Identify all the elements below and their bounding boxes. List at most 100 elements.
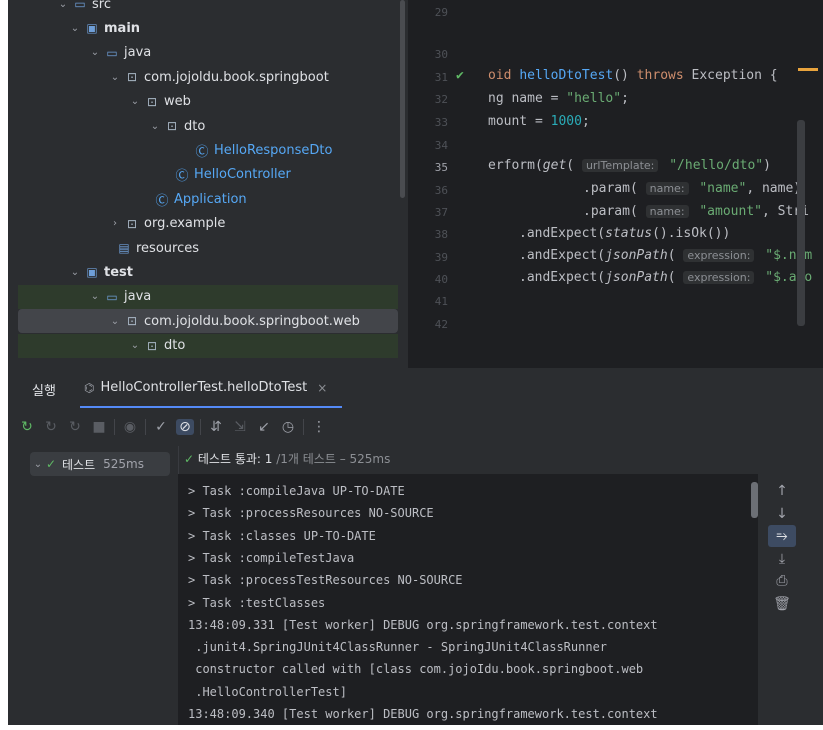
package-icon: ⊡ [146,338,158,353]
tree-item-test[interactable]: ⌄ ▣ test [18,260,398,284]
tree-item-helloresponsedto[interactable]: Ⓒ HelloResponseDto [18,138,398,162]
summary-passed: 테스트 통과: 1 [197,452,273,466]
tree-item-label: com.jojoldu.book.springboot [144,69,329,85]
chevron-down-icon[interactable]: ⌄ [30,459,46,470]
close-icon[interactable]: × [317,381,327,395]
tree-item-java[interactable]: ⌄ ▭ java [18,284,398,309]
tree-item-java[interactable]: ⌄ ▭ java [18,41,398,65]
console-scrollbar[interactable] [751,482,758,518]
toggle-auto-test-icon[interactable]: ↻ [66,419,84,435]
tree-scrollbar[interactable] [400,0,405,198]
scroll-to-end-icon[interactable]: ⤓ [768,548,796,570]
tab-run[interactable]: 실행 [32,380,56,399]
class-icon: Ⓒ [155,193,169,209]
console-line: > Task :testClasses [188,595,326,610]
line-number: 34 [434,139,448,152]
tree-item-org-example[interactable]: › ⊡ org.example [18,212,398,236]
package-icon: ⊡ [166,119,178,133]
package-icon: ⊡ [126,314,138,329]
tree-item-com-jojoldu-book-springboot-web[interactable]: ⌄ ⊡ com.jojoldu.book.springboot.web [18,309,398,334]
collapse-icon[interactable]: ⇲ [231,419,249,435]
run-test-gutter-icon[interactable]: ✔ [456,68,470,83]
test-tree-pane: ⌄ ✓ 테스트 525ms [8,446,179,725]
code-editor[interactable]: ✔ oid helloDtoTest() throws Exception { … [418,0,823,368]
rerun-failed-icon[interactable]: ↻ [42,419,60,435]
chevron-down-icon[interactable]: ⌄ [108,316,122,327]
package-icon: ⊡ [146,94,158,109]
java-folder-icon: ▭ [106,289,118,304]
scroll-up-icon[interactable]: ↑ [768,480,796,502]
editor-scrollbar[interactable] [797,120,805,326]
console-line: > Task :classes UP-TO-DATE [188,528,376,543]
run-toolbar: ↻ ↻ ↻ ■ ◉ ✓ ⊘ ⇵ ⇲ ↙ ◷ ⋮ [18,414,328,440]
warning-marker[interactable] [798,68,818,71]
tree-item-label: dto [184,118,206,134]
checkmark-icon[interactable]: ✓ [152,419,170,435]
tab-test-config[interactable]: ⌬ HelloControllerTest.helloDtoTest × [84,380,327,395]
history-icon[interactable]: ◷ [279,419,297,435]
print-icon[interactable]: ⎙ [768,570,796,592]
project-tree: ⌄ ▭ src ⌄ ▣ main ⌄ ▭ java ⌄ ⊡ com.jojoldu.book.spri… [8,0,408,368]
trash-icon[interactable]: 🗑 [768,593,796,615]
chevron-down-icon[interactable]: ⌄ [68,267,82,278]
console-output[interactable]: > Task :compileJava UP-TO-DATE > Task :pr… [178,474,758,725]
line-number: 37 [434,206,448,219]
tree-item-application[interactable]: Ⓒ Application [18,187,398,211]
console-line: 13:48:09.340 [Test worker] DEBUG org.spr… [188,707,658,721]
soft-wrap-icon[interactable]: ⥱ [768,525,796,547]
chevron-down-icon[interactable]: ⌄ [148,121,162,132]
more-icon[interactable]: ⋮ [310,419,328,435]
chevron-right-icon[interactable]: › [108,218,122,229]
class-icon: Ⓒ [175,169,189,185]
run-tabbar: 실행 ⌬ HelloControllerTest.helloDtoTest × [8,368,823,408]
tree-item-main[interactable]: ⌄ ▣ main [18,16,398,40]
line-number: 36 [434,184,448,197]
test-node-label: 테스트 [62,457,96,472]
tree-item-label: org.example [144,216,226,232]
run-panel: 실행 ⌬ HelloControllerTest.helloDtoTest × … [8,368,823,725]
import-icon[interactable]: ↙ [255,419,273,435]
tree-item-label: Application [174,191,247,207]
tree-item-dto[interactable]: ⌄ ⊡ dto [18,333,398,358]
line-number: 40 [434,273,448,286]
line-number: 30 [434,48,448,61]
tab-test-label: HelloControllerTest.helloDtoTest [100,380,308,395]
tree-item-web[interactable]: ⌄ ⊡ web [18,90,398,114]
chevron-down-icon[interactable]: ⌄ [68,23,82,34]
tree-item-hellocontroller[interactable]: Ⓒ HelloController [18,163,398,187]
toolbar-separator [114,419,115,435]
line-number: 38 [434,228,448,241]
chevron-down-icon[interactable]: ⌄ [108,72,122,83]
show-ignored-icon[interactable]: ⊘ [176,419,194,435]
test-config-icon: ⌬ [84,380,95,395]
chevron-down-icon[interactable]: ⌄ [56,0,70,10]
folder-icon: ▭ [74,0,86,11]
tree-item-label: test [104,264,133,280]
sort-icon[interactable]: ⇵ [207,419,225,435]
test-folder-icon: ▣ [86,265,98,280]
package-icon: ⊡ [126,216,138,231]
stop-icon[interactable]: ■ [90,419,108,435]
line-number: 32 [434,93,448,106]
code-line-32: ng name = "hello"; [488,91,629,106]
console-line: constructor called with [class com.jojoI… [188,662,644,677]
tree-item-dto[interactable]: ⌄ ⊡ dto [18,114,398,138]
toolbar-separator [303,419,304,435]
rerun-icon[interactable]: ↻ [18,419,36,435]
chevron-down-icon[interactable]: ⌄ [128,340,142,351]
tree-item-resources[interactable]: ▤ resources [18,236,398,260]
passed-check-icon: ✓ [184,452,195,466]
chevron-down-icon[interactable]: ⌄ [128,96,142,107]
code-line-31: oid helloDtoTest() throws Exception { [488,68,778,83]
test-tree-root[interactable]: ⌄ ✓ 테스트 525ms [30,452,170,476]
chevron-down-icon[interactable]: ⌄ [88,291,102,302]
show-passed-icon[interactable]: ◉ [121,419,139,435]
line-number: 42 [434,318,448,331]
tree-item-com-jojoldu-book-springboot[interactable]: ⌄ ⊡ com.jojoldu.book.springboot [18,65,398,89]
tree-item-src[interactable]: ⌄ ▭ src [18,0,398,16]
chevron-down-icon[interactable]: ⌄ [88,47,102,58]
line-number: 29 [434,6,448,19]
active-tab-indicator [80,406,342,408]
toolbar-separator [200,419,201,435]
scroll-down-icon[interactable]: ↓ [768,503,796,525]
